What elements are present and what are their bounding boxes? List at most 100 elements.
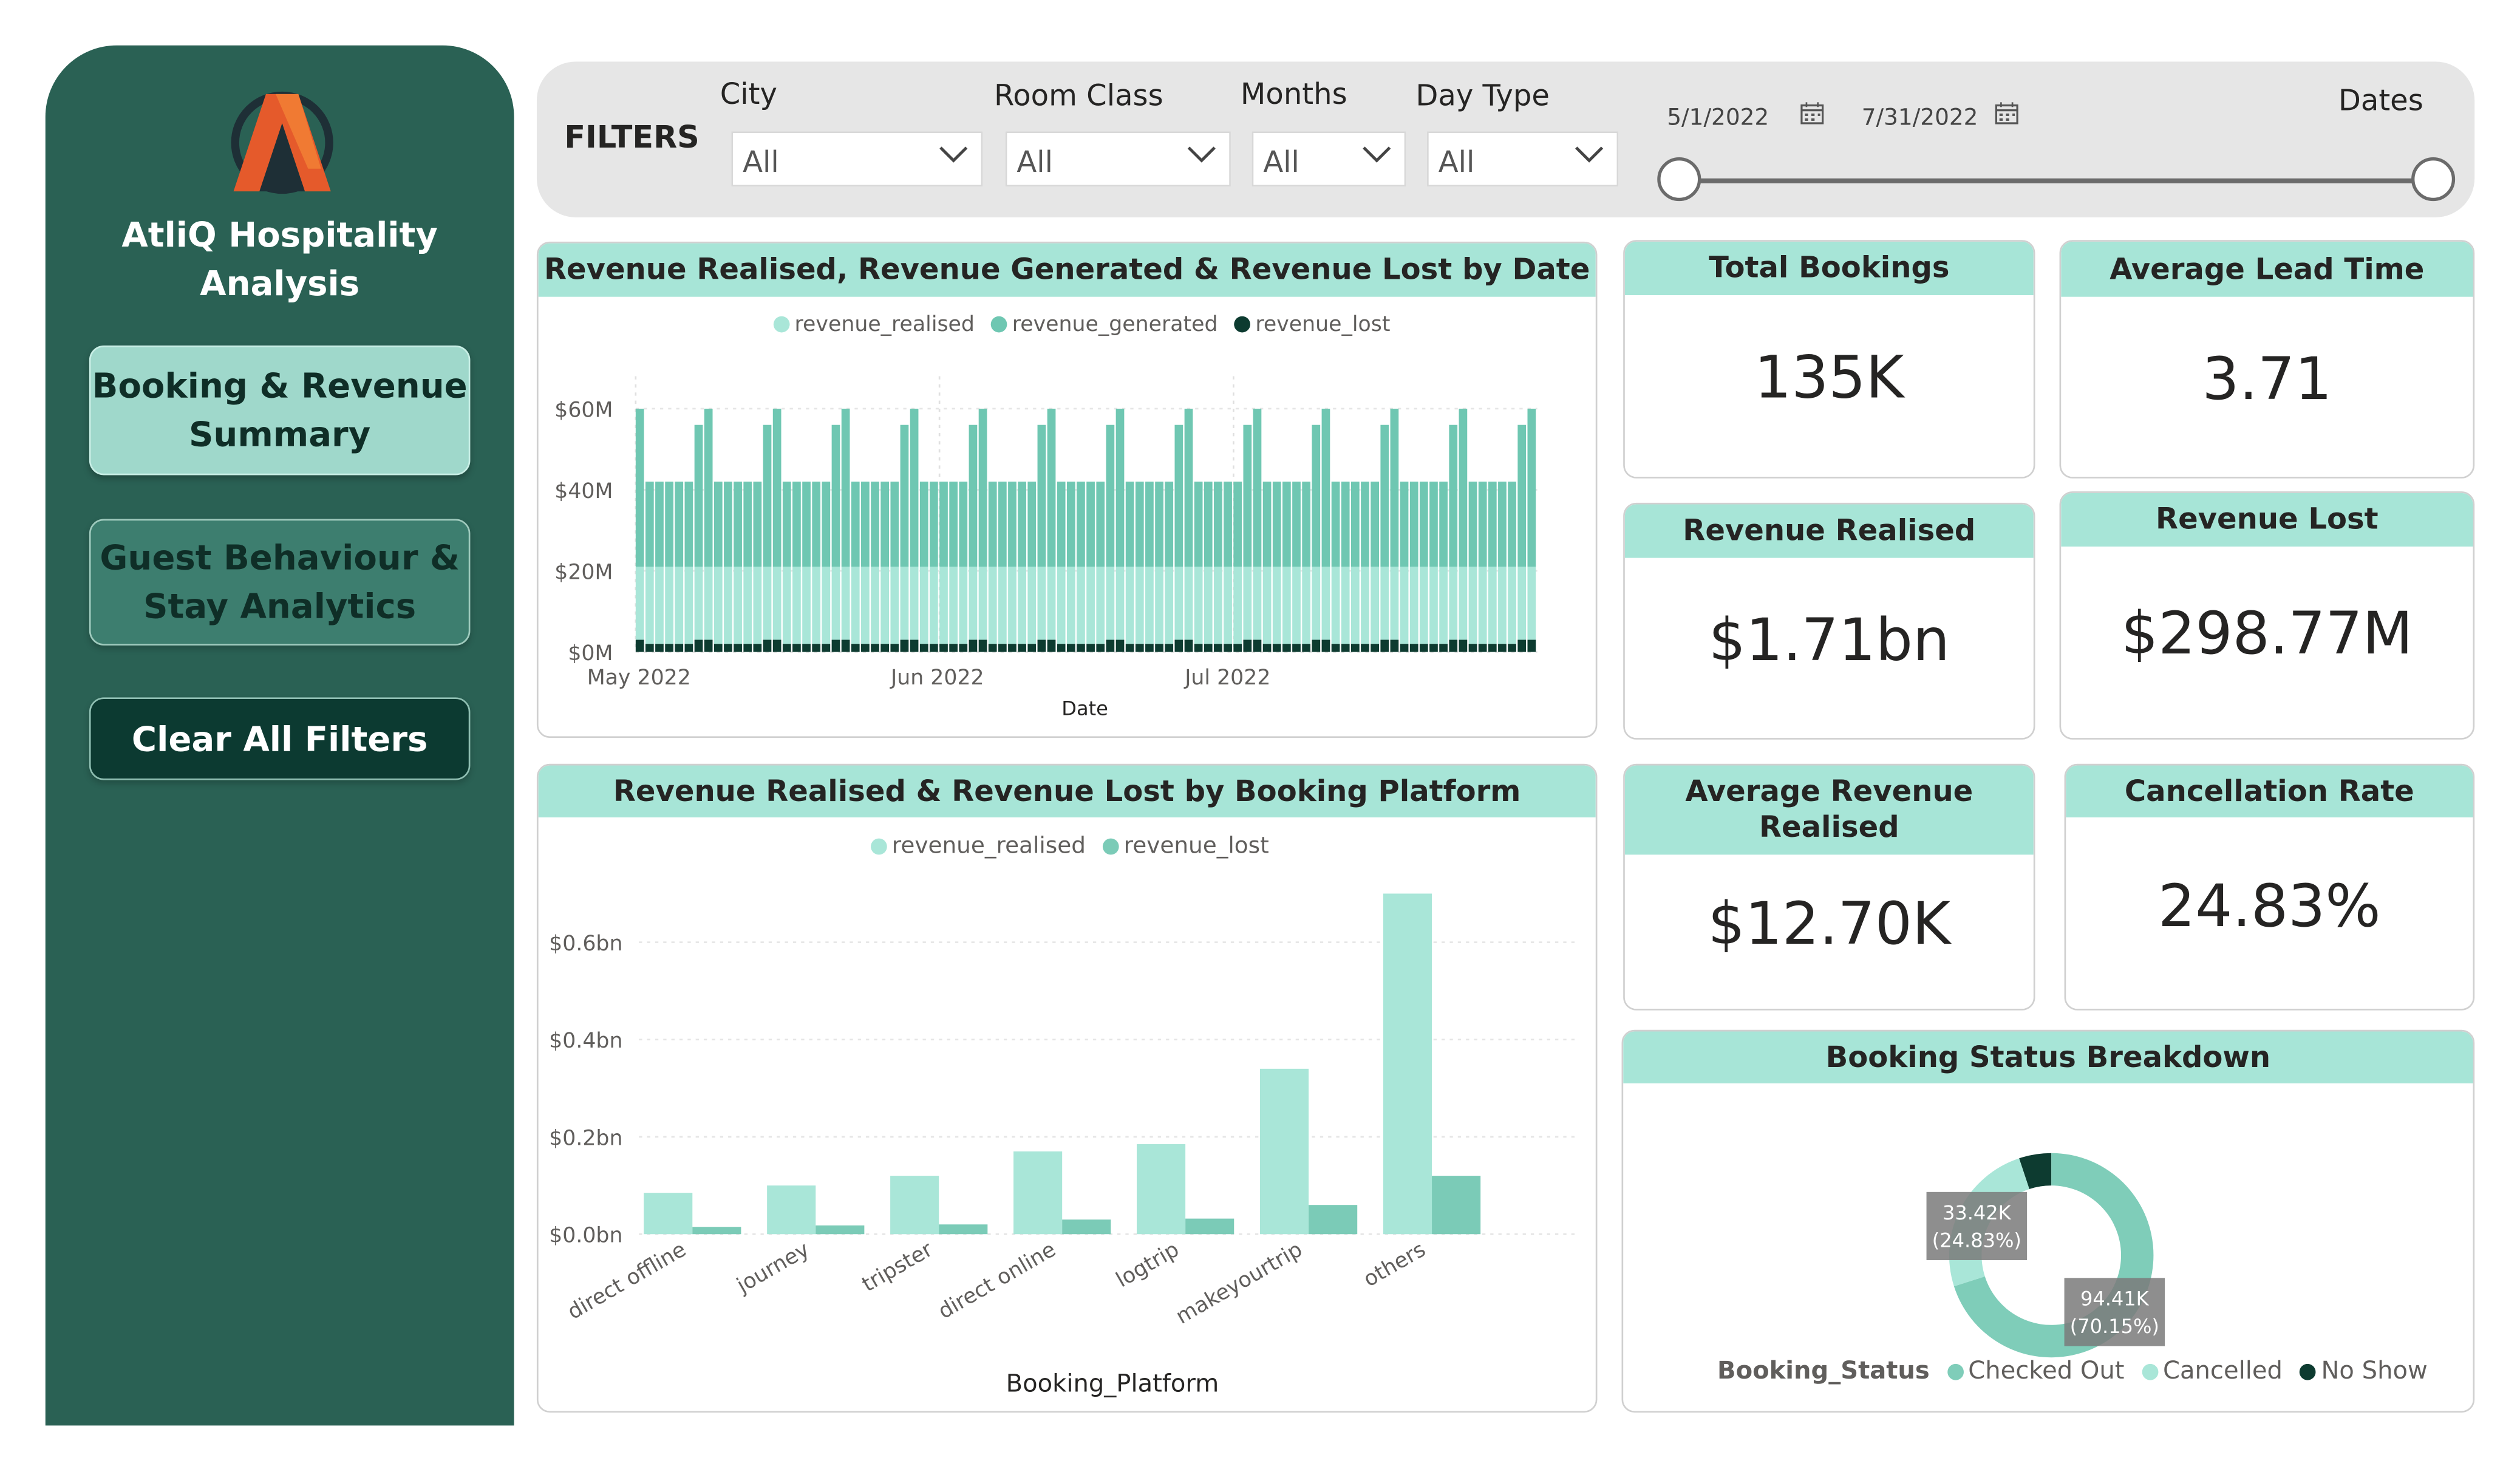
date-range-slider-track[interactable] [1678,178,2434,183]
revenue-realised-bar [1321,567,1330,640]
legend-label: revenue_lost [1123,833,1269,860]
revenue-lost-bar [978,639,987,652]
kpi-cancellation-rate: Cancellation Rate 24.83% [2064,763,2475,1011]
revenue-by-date-chart: $0M $20M $40M $60M May 2022 Jun 2022 Jul 2022 D… [554,376,1538,720]
revenue-realised-bar [704,567,713,640]
legend-dot-icon [1234,316,1251,333]
revenue-realised-bar [1233,567,1242,644]
revenue-generated-bar [1214,482,1222,567]
chart-legend: Booking_Status Checked Out Cancelled No … [1717,1356,2437,1385]
revenue-generated-bar [822,482,831,567]
room-class-dropdown[interactable]: All [1005,131,1231,187]
revenue-realised-bar [1498,567,1507,644]
legend-item: revenue_lost [1102,833,1269,860]
y-tick-label: $60M [554,398,613,422]
legend-item: revenue_realised [773,313,975,337]
revenue-realised-bar [831,567,840,640]
revenue-realised-bar [1449,567,1458,640]
city-dropdown[interactable]: All [731,131,983,187]
revenue-realised-bar [1517,567,1527,640]
months-dropdown[interactable]: All [1251,131,1406,187]
revenue-lost-bar [1390,639,1399,652]
revenue-lost-bar [713,644,723,652]
revenue-generated-bar [1390,408,1399,567]
revenue-realised-bar [1429,567,1438,644]
revenue-realised-bar [1292,567,1301,644]
revenue-generated-bar [704,408,713,567]
nav-booking-revenue-summary-button[interactable]: Booking & Revenue Summary [89,345,471,476]
revenue-lost-bar [1174,639,1183,652]
revenue-generated-bar [753,482,762,567]
revenue-generated-bar [1155,482,1163,567]
date-range-end-handle[interactable] [2411,157,2456,202]
revenue-realised-bar [684,567,693,644]
revenue-realised-bar [1135,567,1144,644]
kpi-label-line1: Average Revenue [1685,774,1973,809]
revenue-realised-bar [1439,567,1448,644]
revenue-lost-bar [1282,644,1291,652]
revenue-lost-bar [939,1224,988,1235]
revenue-realised-bar [1224,567,1232,644]
revenue-realised-bar [635,567,644,640]
x-tick-label: Jul 2022 [1183,666,1270,690]
revenue-realised-bar [822,567,831,644]
revenue-lost-bar [1429,644,1438,652]
revenue-lost-bar [704,639,713,652]
revenue-lost-bar [969,639,978,652]
legend-dot-icon [871,838,887,855]
x-tick-label: tripster [858,1237,937,1297]
revenue-lost-bar [734,644,742,652]
date-range-start-handle[interactable] [1657,157,1701,202]
revenue-lost-bar [1185,1218,1234,1235]
revenue-generated-bar [959,482,968,567]
revenue-generated-bar [890,482,899,567]
revenue-generated-bar [1302,482,1311,567]
revenue-realised-bar [1145,567,1154,644]
revenue-realised-bar [782,567,791,644]
nav-guest-behaviour-button[interactable]: Guest Behaviour & Stay Analytics [89,519,471,646]
revenue-generated-bar [978,408,987,567]
revenue-generated-bar [1057,482,1066,567]
revenue-lost-bar [1184,639,1193,652]
revenue-lost-bar [1292,644,1301,652]
app-title-line1: AtliQ Hospitality [121,216,438,255]
legend-item: revenue_generated [991,313,1218,337]
revenue-realised-bar [1390,567,1399,640]
revenue-generated-bar [1194,482,1203,567]
revenue-realised-bar [1380,567,1389,640]
revenue-lost-bar [1214,644,1222,652]
revenue-lost-bar [1400,644,1409,652]
legend-dot-icon [991,316,1007,333]
revenue-realised-bar [1077,567,1085,644]
revenue-generated-bar [655,482,664,567]
revenue-generated-bar [1321,408,1330,567]
revenue-lost-bar [1478,644,1487,652]
revenue-realised-bar [861,567,870,644]
revenue-lost-bar [998,644,1007,652]
room-class-label: Room Class [994,79,1163,114]
revenue-generated-bar [900,424,909,567]
data-label-value: 33.42K [1943,1201,2012,1224]
legend-label: revenue_lost [1255,313,1391,338]
revenue-realised-bar [1096,567,1105,644]
revenue-realised-bar [1165,567,1174,644]
revenue-generated-bar [694,424,703,567]
calendar-icon[interactable] [1995,102,2019,124]
calendar-icon[interactable] [1800,102,1824,124]
revenue-lost-bar [900,639,909,652]
date-start-input[interactable]: 5/1/2022 [1667,106,1769,132]
filters-title: FILTERS [564,120,700,156]
revenue-realised-bar [812,567,821,644]
revenue-lost-bar [1224,644,1232,652]
revenue-generated-bar [1331,482,1340,567]
date-end-input[interactable]: 7/31/2022 [1862,106,1978,132]
kpi-label: Total Bookings [1624,241,2034,296]
day-type-dropdown[interactable]: All [1427,131,1619,187]
clear-all-filters-button[interactable]: Clear All Filters [89,697,471,780]
revenue-realised-bar [939,567,948,644]
revenue-realised-bar [645,567,654,644]
revenue-realised-bar [763,567,772,640]
revenue-realised-bar [1259,1068,1309,1235]
revenue-lost-bar [1204,644,1213,652]
revenue-lost-bar [988,644,997,652]
